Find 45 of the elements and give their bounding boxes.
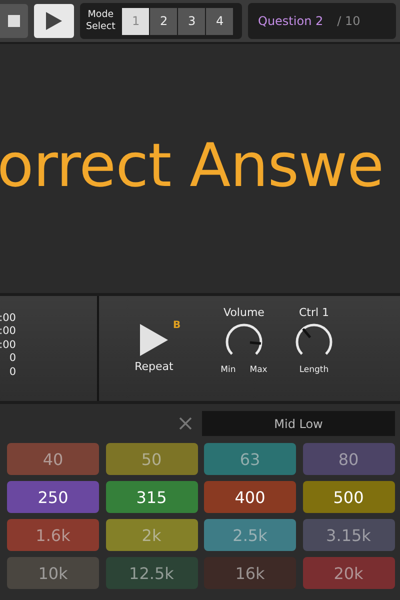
mode-button[interactable]: 3 (178, 8, 206, 34)
knob-title: Volume (224, 306, 264, 319)
frequency-pad[interactable]: 63 (204, 443, 296, 475)
select-label: Select (86, 21, 116, 33)
stop-button[interactable] (0, 4, 28, 38)
frequency-pad[interactable]: 80 (302, 443, 394, 475)
question-total: / 10 (337, 14, 360, 28)
frequency-pad[interactable]: 40 (7, 443, 99, 475)
frequency-pad[interactable]: 400 (204, 481, 296, 513)
mode-button[interactable]: 4 (206, 8, 234, 34)
mode-button[interactable]: 1 (122, 8, 150, 34)
band-field: Mid Low (202, 411, 395, 436)
stat-value: 0 (9, 352, 16, 366)
frequency-pad[interactable]: 50 (106, 443, 198, 475)
frequency-pad[interactable]: 315 (106, 481, 198, 513)
max-label: Max (250, 365, 268, 375)
stop-icon (8, 15, 20, 27)
frequency-pad[interactable]: 16k (204, 557, 296, 589)
frequency-pad[interactable]: 12.5k (106, 557, 198, 589)
frequency-pad[interactable]: 10k (7, 557, 99, 589)
play-icon (46, 12, 62, 30)
frequency-pad[interactable]: 500 (302, 481, 394, 513)
knob-caption: Length (299, 365, 329, 375)
question-label: Question 2 (258, 14, 324, 28)
close-icon[interactable] (179, 417, 192, 430)
repeat-label-b: B (173, 320, 181, 331)
frequency-pad[interactable]: 250 (7, 481, 99, 513)
frequency-pad[interactable]: 1.6k (7, 519, 99, 551)
stat-value: :00 (0, 338, 16, 352)
mode-button[interactable]: 2 (150, 8, 178, 34)
frequency-pad[interactable]: 20k (302, 557, 394, 589)
stat-value: :00 (0, 312, 16, 326)
frequency-pad[interactable]: 3.15k (302, 519, 394, 551)
stat-value: :00 (0, 325, 16, 339)
min-label: Min (220, 365, 236, 375)
feedback-text: orrect Answe (0, 130, 384, 200)
stat-value: 0 (9, 366, 16, 380)
repeat-label: Repeat (134, 360, 174, 373)
frequency-pad[interactable]: 2k (106, 519, 198, 551)
mode-label: Mode (86, 9, 115, 21)
frequency-pad[interactable]: 2.5k (204, 519, 296, 551)
repeat-button[interactable] (140, 324, 168, 356)
play-button[interactable] (34, 4, 74, 38)
play-icon (140, 324, 168, 356)
knob-title: Ctrl 1 (298, 306, 330, 319)
